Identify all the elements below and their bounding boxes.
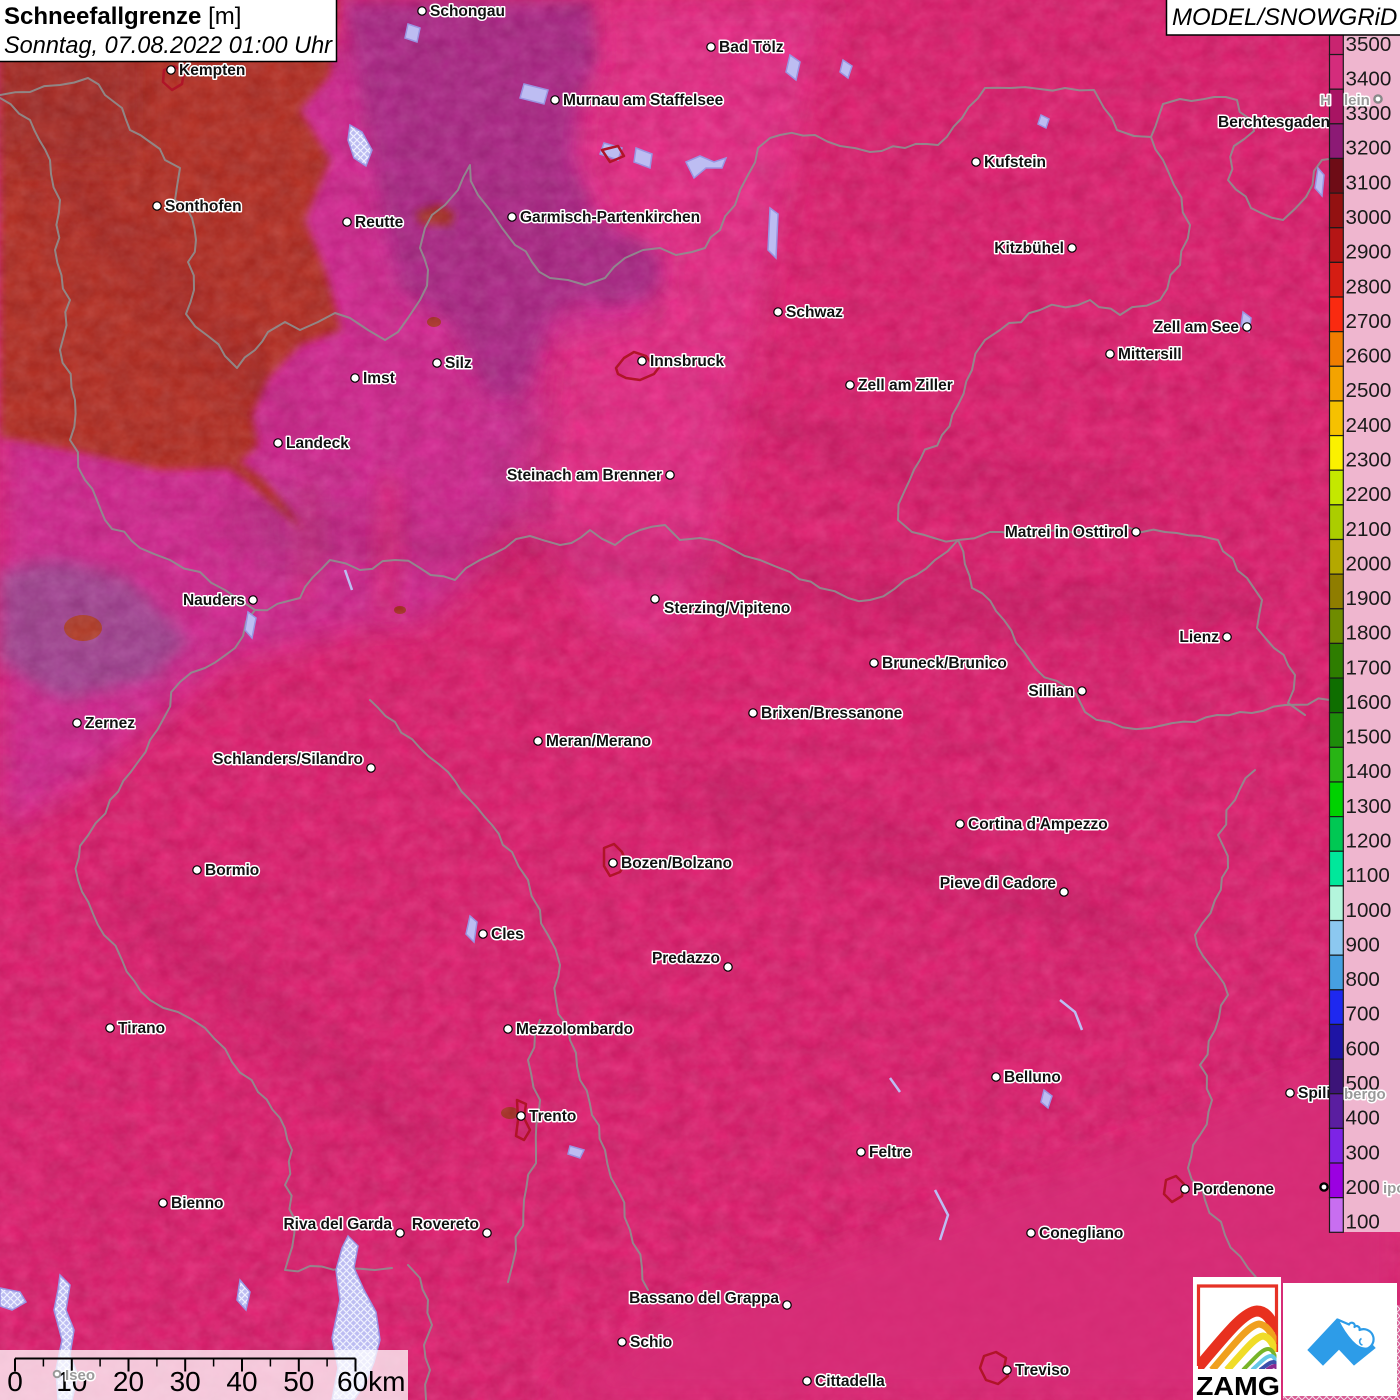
svg-text:Bad Tölz: Bad Tölz (719, 39, 784, 56)
svg-text:50: 50 (283, 1366, 314, 1397)
svg-text:MODEL/SNOWGRiD: MODEL/SNOWGRiD (1172, 4, 1397, 31)
svg-text:Pordenone: Pordenone (1193, 1181, 1274, 1198)
svg-text:3100: 3100 (1346, 171, 1392, 194)
svg-text:2700: 2700 (1346, 310, 1392, 333)
svg-text:1500: 1500 (1346, 726, 1392, 749)
svg-text:Treviso: Treviso (1015, 1362, 1069, 1379)
svg-text:Silz: Silz (445, 355, 472, 372)
svg-text:1400: 1400 (1346, 760, 1392, 783)
svg-text:Bozen/Bolzano: Bozen/Bolzano (621, 855, 732, 872)
svg-text:40: 40 (226, 1366, 257, 1397)
svg-text:Zell am See: Zell am See (1154, 319, 1240, 336)
svg-text:Schongau: Schongau (430, 3, 505, 20)
svg-text:3500: 3500 (1346, 33, 1392, 56)
svg-text:1700: 1700 (1346, 656, 1392, 679)
svg-text:Cles: Cles (491, 926, 524, 943)
svg-text:100: 100 (1346, 1211, 1380, 1234)
svg-text:Sonntag, 07.08.2022 01:00 Uhr: Sonntag, 07.08.2022 01:00 Uhr (4, 32, 333, 59)
svg-text:900: 900 (1346, 933, 1380, 956)
svg-text:1900: 1900 (1346, 587, 1392, 610)
svg-text:Cortina d'Ampezzo: Cortina d'Ampezzo (968, 816, 1108, 833)
svg-text:1800: 1800 (1346, 622, 1392, 645)
svg-text:Bassano del Grappa: Bassano del Grappa (629, 1290, 779, 1307)
svg-text:Bormio: Bormio (205, 862, 259, 879)
svg-text:Zernez: Zernez (85, 715, 135, 732)
svg-text:Spili: Spili (1298, 1085, 1331, 1102)
svg-text:2900: 2900 (1346, 241, 1392, 264)
svg-text:Murnau am Staffelsee: Murnau am Staffelsee (563, 92, 724, 109)
svg-text:bergo: bergo (1344, 1086, 1386, 1103)
svg-text:300: 300 (1346, 1141, 1380, 1164)
svg-text:ipo: ipo (1383, 1180, 1400, 1197)
svg-text:2200: 2200 (1346, 483, 1392, 506)
svg-text:Schlanders/Silandro: Schlanders/Silandro (213, 751, 363, 768)
svg-text:ZAMG: ZAMG (1196, 1371, 1280, 1400)
svg-text:600: 600 (1346, 1037, 1380, 1060)
svg-text:Feltre: Feltre (869, 1144, 912, 1161)
svg-text:Garmisch-Partenkirchen: Garmisch-Partenkirchen (520, 209, 700, 226)
svg-text:Matrei in Osttirol: Matrei in Osttirol (1005, 524, 1128, 541)
svg-text:Belluno: Belluno (1004, 1069, 1061, 1086)
svg-text:Meran/Merano: Meran/Merano (546, 733, 651, 750)
svg-text:Berchtesgaden: Berchtesgaden (1218, 114, 1330, 131)
svg-text:1300: 1300 (1346, 795, 1392, 818)
svg-text:H: H (1320, 92, 1331, 109)
svg-text:Bienno: Bienno (171, 1195, 224, 1212)
svg-text:2000: 2000 (1346, 552, 1392, 575)
svg-text:Schio: Schio (630, 1334, 672, 1351)
svg-text:1000: 1000 (1346, 899, 1392, 922)
svg-text:Cittadella: Cittadella (815, 1373, 885, 1390)
svg-text:1200: 1200 (1346, 830, 1392, 853)
svg-text:lein: lein (1344, 92, 1370, 109)
svg-text:3400: 3400 (1346, 67, 1392, 90)
svg-text:2100: 2100 (1346, 518, 1392, 541)
svg-text:Kufstein: Kufstein (984, 154, 1046, 171)
svg-text:Kempten: Kempten (179, 62, 245, 79)
svg-text:Schwaz: Schwaz (786, 304, 843, 321)
svg-text:Riva del Garda: Riva del Garda (283, 1216, 392, 1233)
svg-text:Predazzo: Predazzo (652, 950, 720, 967)
svg-text:Schneefallgrenze [m]: Schneefallgrenze [m] (4, 3, 241, 30)
svg-text:Pieve di Cadore: Pieve di Cadore (940, 875, 1057, 892)
svg-text:Kitzbühel: Kitzbühel (994, 240, 1064, 257)
svg-text:Mittersill: Mittersill (1118, 346, 1182, 363)
svg-text:30: 30 (170, 1366, 201, 1397)
svg-text:3000: 3000 (1346, 206, 1392, 229)
svg-text:Iseo: Iseo (65, 1367, 95, 1384)
svg-text:Rovereto: Rovereto (412, 1216, 479, 1233)
svg-text:Brixen/Bressanone: Brixen/Bressanone (761, 705, 903, 722)
svg-text:Conegliano: Conegliano (1039, 1225, 1123, 1242)
svg-text:0: 0 (7, 1366, 23, 1397)
svg-text:Bruneck/Brunico: Bruneck/Brunico (882, 655, 1007, 672)
svg-text:Innsbruck: Innsbruck (650, 353, 724, 370)
svg-text:Mezzolombardo: Mezzolombardo (516, 1021, 633, 1038)
svg-text:1600: 1600 (1346, 691, 1392, 714)
svg-text:Steinach am Brenner: Steinach am Brenner (507, 467, 662, 484)
svg-text:Sonthofen: Sonthofen (165, 198, 242, 215)
svg-text:1100: 1100 (1346, 864, 1390, 887)
svg-text:3200: 3200 (1346, 137, 1392, 160)
svg-text:60km: 60km (337, 1366, 405, 1397)
svg-text:Imst: Imst (363, 370, 395, 387)
svg-text:Reutte: Reutte (355, 214, 404, 231)
svg-text:Zell am Ziller: Zell am Ziller (858, 377, 953, 394)
svg-text:20: 20 (113, 1366, 144, 1397)
svg-text:2600: 2600 (1346, 345, 1392, 368)
svg-text:Lienz: Lienz (1179, 629, 1219, 646)
svg-text:Nauders: Nauders (183, 592, 245, 609)
svg-text:Sterzing/Vipiteno: Sterzing/Vipiteno (664, 600, 790, 617)
svg-text:700: 700 (1346, 1003, 1380, 1026)
svg-text:200: 200 (1346, 1176, 1380, 1199)
svg-text:Tirano: Tirano (118, 1020, 165, 1037)
svg-text:2500: 2500 (1346, 379, 1392, 402)
svg-text:800: 800 (1346, 968, 1380, 991)
svg-text:2400: 2400 (1346, 414, 1392, 437)
svg-text:Landeck: Landeck (286, 435, 349, 452)
svg-text:Trento: Trento (529, 1108, 576, 1125)
svg-text:400: 400 (1346, 1107, 1380, 1130)
svg-text:Sillian: Sillian (1028, 683, 1074, 700)
svg-text:2800: 2800 (1346, 275, 1392, 298)
svg-text:2300: 2300 (1346, 448, 1392, 471)
